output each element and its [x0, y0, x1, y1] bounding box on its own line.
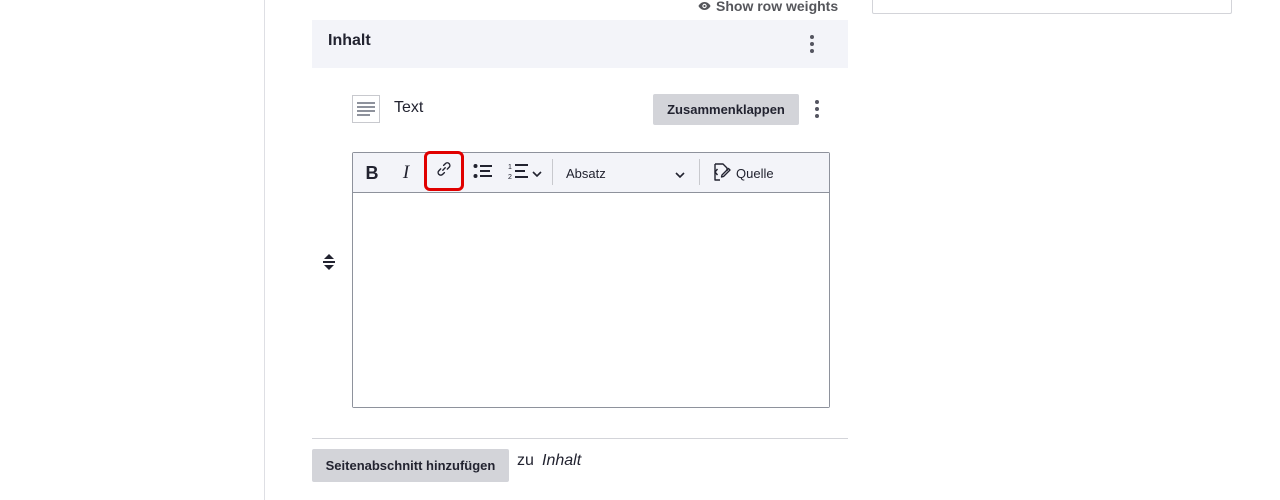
bulleted-list-icon [473, 163, 493, 184]
toolbar-separator [699, 159, 700, 185]
chevron-down-icon [532, 164, 542, 182]
bold-button[interactable]: B [359, 156, 385, 190]
heading-dropdown-value: Absatz [566, 165, 606, 181]
collapse-button[interactable]: Zusammenklappen [653, 94, 799, 125]
to-label: zu [517, 452, 534, 469]
drag-handle-icon[interactable] [321, 253, 337, 271]
editor-toolbar: B I 12 Absatz Quelle [353, 151, 829, 193]
section-title: Inhalt [328, 32, 371, 49]
add-section-button[interactable]: Seitenabschnitt hinzufügen [312, 449, 509, 482]
left-divider [264, 0, 265, 500]
section-more-actions-icon[interactable] [806, 33, 818, 55]
link-button[interactable] [424, 151, 464, 191]
italic-button[interactable]: I [393, 156, 419, 190]
show-row-weights-label: Show row weights [716, 0, 839, 14]
text-paragraph-icon [352, 95, 380, 123]
bulleted-list-button[interactable] [470, 156, 496, 190]
paragraph-more-actions-icon[interactable] [811, 98, 823, 120]
eye-icon [698, 1, 711, 11]
show-row-weights-link[interactable]: Show row weights [698, 0, 838, 14]
rich-text-editor: B I 12 Absatz Quelle [352, 151, 830, 408]
source-button-label: Quelle [736, 165, 774, 181]
paragraph-type-label: Text [394, 99, 424, 116]
section-header: Inhalt [312, 20, 848, 68]
source-button[interactable]: Quelle [711, 156, 781, 190]
toolbar-separator [552, 159, 553, 185]
svg-text:1: 1 [508, 164, 512, 171]
region-label: Inhalt [542, 452, 582, 469]
numbered-list-icon: 12 [508, 162, 530, 185]
heading-dropdown[interactable]: Absatz [559, 156, 691, 190]
editor-content-area[interactable] [353, 193, 829, 407]
link-icon [436, 161, 452, 182]
source-icon [711, 162, 731, 185]
footer-divider [312, 438, 848, 439]
side-card [872, 0, 1232, 14]
numbered-list-button[interactable]: 12 [503, 156, 547, 190]
chevron-down-icon [675, 166, 685, 181]
svg-text:2: 2 [508, 174, 512, 180]
